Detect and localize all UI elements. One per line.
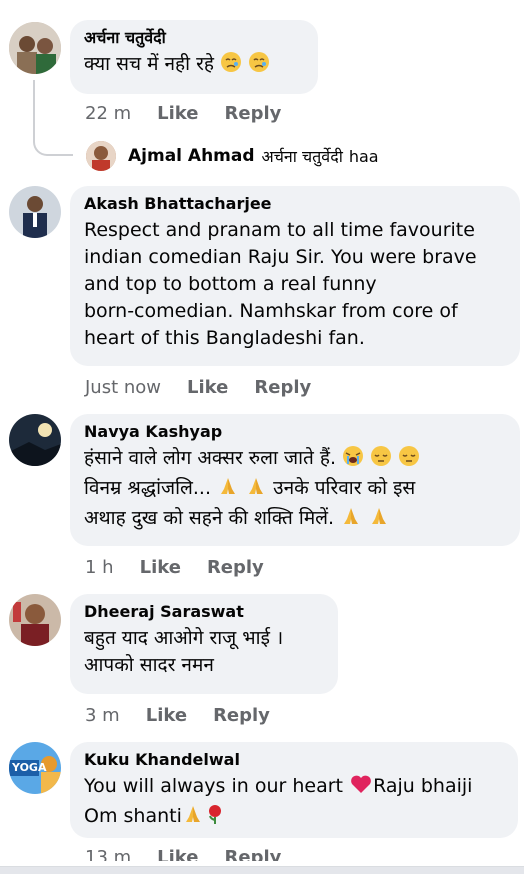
comment-author[interactable]: Akash Bhattacharjee [84, 194, 506, 214]
reply-button[interactable]: Reply [254, 377, 311, 398]
comment-line: Respect and pranam to all time favourite [84, 219, 475, 241]
avatar[interactable] [9, 22, 61, 74]
avatar[interactable] [9, 414, 61, 466]
avatar[interactable]: YOGA [9, 742, 61, 794]
comment-time[interactable]: 1 h [85, 557, 114, 578]
yoga-badge-text: YOGA [12, 761, 47, 774]
comment-actions: 13 m Like Reply [85, 847, 281, 861]
reply-text: haa [348, 146, 379, 166]
comment-author[interactable]: अर्चना चतुर्वेदी [84, 28, 304, 48]
comment-bubble: अर्चना चतुर्वेदी क्या सच में नही रहे [70, 20, 318, 94]
comment-line: heart of this Bangladeshi fan. [84, 327, 365, 349]
comment-line: आपको सादर नमन [84, 654, 214, 676]
rose-icon [204, 803, 226, 833]
folded-hands-icon [245, 475, 267, 505]
comment-text: Respect and pranam to all time favourite… [84, 217, 506, 352]
comment-line: हंसाने वाले लोग अक्सर रुला जाते हैं. [84, 447, 337, 469]
comment-bubble: Navya Kashyap हंसाने वाले लोग अक्सर रुला… [70, 414, 520, 546]
comment-author[interactable]: Dheeraj Saraswat [84, 602, 324, 622]
red-heart-icon [349, 773, 373, 803]
comment-time[interactable]: 3 m [85, 705, 120, 726]
crying-face-emoji-icon [248, 51, 270, 81]
comment-author[interactable]: Kuku Khandelwal [84, 750, 504, 770]
comment-actions: 22 m Like Reply [85, 103, 281, 124]
comment-bubble: Dheeraj Saraswat बहुत याद आओगे राजू भाई … [70, 594, 338, 694]
folded-hands-icon [217, 475, 239, 505]
like-button[interactable]: Like [157, 103, 198, 124]
pensive-face-icon [370, 445, 392, 475]
comment-text: क्या सच में नही रहे [84, 51, 304, 81]
comment-time[interactable]: 13 m [85, 847, 131, 861]
comment-text-content: क्या सच में नही रहे [84, 53, 214, 75]
comment-actions: Just now Like Reply [85, 377, 311, 398]
comment-line: You will always in our heart [84, 775, 344, 797]
comment-text: You will always in our heart Raju bhaiji… [84, 773, 504, 833]
like-button[interactable]: Like [157, 847, 198, 861]
comment-line: Raju bhaiji [373, 775, 473, 797]
like-button[interactable]: Like [146, 705, 187, 726]
comment-actions: 1 h Like Reply [85, 557, 264, 578]
comment-actions: 3 m Like Reply [85, 705, 270, 726]
reply-row: Ajmal Ahmad अर्चना चतुर्वेदी haa [86, 141, 379, 171]
folded-hands-icon [182, 803, 204, 833]
crying-emoji-icon [342, 445, 364, 475]
folded-hands-icon [340, 505, 362, 535]
comment-text: बहुत याद आओगे राजू भाई । आपको सादर नमन [84, 625, 324, 679]
reply-mention[interactable]: अर्चना चतुर्वेदी [262, 145, 343, 167]
comment-line: अथाह दुख को सहने की शक्ति मिलें. [84, 507, 335, 529]
like-button[interactable]: Like [140, 557, 181, 578]
reply-button[interactable]: Reply [207, 557, 264, 578]
reply-button[interactable]: Reply [225, 103, 282, 124]
folded-hands-icon [368, 505, 390, 535]
comment-line: and top to bottom a real funny [84, 273, 377, 295]
comment-line: born-comedian. Namhskar from core of [84, 300, 458, 322]
reply-author[interactable]: Ajmal Ahmad [128, 146, 255, 166]
comment-line: उनके परिवार को इस [273, 477, 416, 499]
comment-time[interactable]: 22 m [85, 103, 131, 124]
comment-composer-edge [0, 866, 524, 874]
avatar[interactable] [86, 141, 116, 171]
comment-author[interactable]: Navya Kashyap [84, 422, 506, 442]
comment-line: Om shanti [84, 805, 182, 827]
like-button[interactable]: Like [187, 377, 228, 398]
reply-thread-line [33, 80, 73, 156]
comment-bubble: Akash Bhattacharjee Respect and pranam t… [70, 186, 520, 366]
comment-time[interactable]: Just now [85, 377, 161, 398]
comment-line: विनम्र श्रद्धांजलि... [84, 477, 212, 499]
pensive-face-icon [398, 445, 420, 475]
crying-face-emoji-icon [220, 51, 242, 81]
comment-bubble: Kuku Khandelwal You will always in our h… [70, 742, 518, 838]
reply-button[interactable]: Reply [213, 705, 270, 726]
avatar[interactable] [9, 594, 61, 646]
comment-line: बहुत याद आओगे राजू भाई । [84, 627, 284, 649]
comment-text: हंसाने वाले लोग अक्सर रुला जाते हैं. विन… [84, 445, 506, 535]
comment-line: indian comedian Raju Sir. You were brave [84, 246, 477, 268]
avatar[interactable] [9, 186, 61, 238]
reply-button[interactable]: Reply [225, 847, 282, 861]
